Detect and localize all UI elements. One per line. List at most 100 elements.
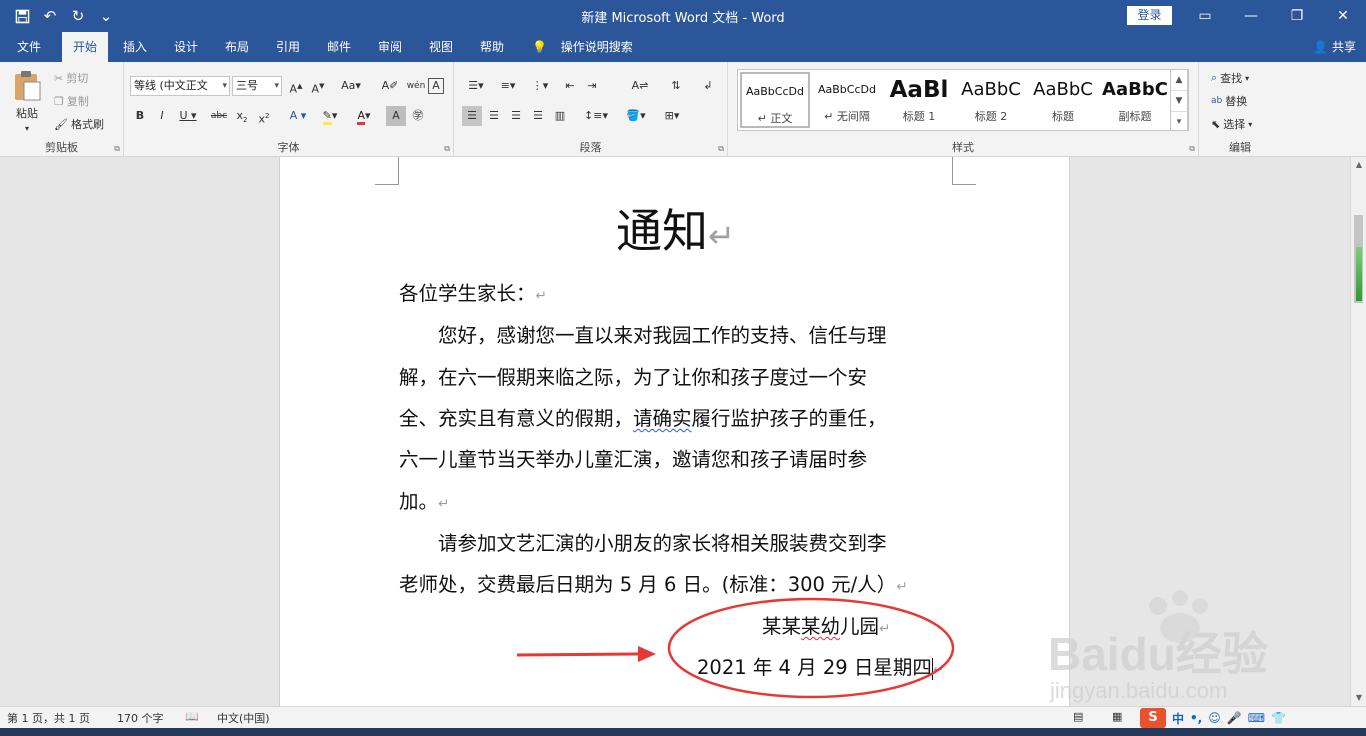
keyboard-icon[interactable]: ⌨ bbox=[1248, 711, 1265, 725]
align-right-button[interactable]: ☰ bbox=[506, 106, 526, 126]
ribbon-display-options-icon[interactable]: ▭ bbox=[1182, 0, 1228, 32]
enclose-characters-icon[interactable]: ㊫ bbox=[408, 106, 428, 126]
bullets-icon[interactable]: ☰▾ bbox=[462, 76, 490, 96]
align-center-button[interactable]: ☰ bbox=[484, 106, 504, 126]
chevron-down-icon[interactable]: ▼ bbox=[1171, 91, 1187, 112]
tab-file[interactable]: 文件 bbox=[6, 32, 52, 62]
character-border-icon[interactable]: A bbox=[428, 78, 444, 94]
line-spacing-icon[interactable]: ↕≡▾ bbox=[582, 106, 610, 126]
save-icon[interactable] bbox=[10, 4, 34, 28]
tell-me-search[interactable]: 💡 操作说明搜索 bbox=[532, 32, 633, 62]
show-marks-icon[interactable]: ↲ bbox=[698, 76, 718, 96]
close-button[interactable]: ✕ bbox=[1320, 0, 1366, 32]
language-indicator[interactable]: 中文(中国) bbox=[217, 710, 270, 726]
word-count[interactable]: 170 个字 bbox=[117, 710, 164, 726]
copy-button[interactable]: ❐ 复制 bbox=[54, 93, 89, 109]
tab-mailings[interactable]: 邮件 bbox=[316, 32, 362, 62]
login-button[interactable]: 登录 bbox=[1127, 6, 1172, 25]
superscript-button[interactable]: x2 bbox=[254, 106, 274, 126]
justify-button[interactable]: ☰ bbox=[528, 106, 548, 126]
dialog-launcher-icon[interactable]: ⧉ bbox=[1189, 144, 1195, 154]
style-title[interactable]: AaBbC 标题 bbox=[1028, 72, 1098, 128]
sogou-logo-icon[interactable]: S bbox=[1140, 708, 1166, 728]
subscript-button[interactable]: x2 bbox=[232, 106, 252, 126]
italic-button[interactable]: I bbox=[152, 106, 172, 126]
sort-icon[interactable]: ⇅ bbox=[666, 76, 686, 96]
font-group: 等线 (中文正文 ▾ 三号 ▾ A▲ A▼ Aa▾ A✐ wén A B I U ▾… bbox=[124, 62, 454, 157]
paragraph-line: 老师处，交费最后日期为 5 月 6 日。(标准：300 元/人）↵ bbox=[399, 573, 908, 596]
bold-button[interactable]: B bbox=[130, 106, 150, 126]
replace-button[interactable]: ab 替换 bbox=[1211, 93, 1247, 109]
shading-icon[interactable]: 🪣▾ bbox=[622, 106, 650, 126]
font-group-label: 字体 bbox=[277, 141, 300, 154]
highlight-icon[interactable]: ✎▾ bbox=[316, 106, 344, 126]
punctuation-icon[interactable]: •, bbox=[1190, 711, 1202, 725]
redo-icon[interactable]: ↻ bbox=[66, 4, 90, 28]
distributed-button[interactable]: ▥ bbox=[550, 106, 570, 126]
dialog-launcher-icon[interactable]: ⧉ bbox=[718, 144, 724, 154]
chinese-layout-icon[interactable]: A⇌ bbox=[626, 76, 654, 96]
text-effects-icon[interactable]: A ▾ bbox=[284, 106, 312, 126]
ime-mode-chinese[interactable]: 中 bbox=[1172, 710, 1184, 727]
strikethrough-button[interactable]: abc bbox=[208, 106, 230, 126]
borders-icon[interactable]: ⊞▾ bbox=[658, 106, 686, 126]
tab-review[interactable]: 审阅 bbox=[367, 32, 413, 62]
shrink-font-icon[interactable]: A▼ bbox=[308, 76, 328, 96]
proofing-icon[interactable]: 📖 bbox=[185, 710, 199, 723]
skin-icon[interactable]: 👕 bbox=[1271, 711, 1286, 725]
scroll-up-icon[interactable]: ▲ bbox=[1351, 157, 1366, 173]
style-subtitle[interactable]: AaBbC 副标题 bbox=[1100, 72, 1170, 128]
font-size-combo[interactable]: 三号 ▾ bbox=[232, 76, 282, 96]
style-heading-2[interactable]: AaBbC 标题 2 bbox=[956, 72, 1026, 128]
grow-font-icon[interactable]: A▲ bbox=[286, 76, 306, 96]
clipboard-group-label: 剪贴板 bbox=[45, 141, 78, 154]
minimize-button[interactable]: — bbox=[1228, 0, 1274, 32]
font-color-icon[interactable]: A▾ bbox=[350, 106, 378, 126]
paste-button[interactable]: 粘贴 ▾ bbox=[12, 70, 42, 133]
cut-button[interactable]: ✂ 剪切 bbox=[54, 70, 88, 86]
restore-button[interactable]: ❐ bbox=[1274, 0, 1320, 32]
clear-formatting-icon[interactable]: A✐ bbox=[380, 76, 400, 96]
chevron-up-icon[interactable]: ▲ bbox=[1171, 70, 1187, 91]
dialog-launcher-icon[interactable]: ⧉ bbox=[444, 144, 450, 154]
font-name-combo[interactable]: 等线 (中文正文 ▾ bbox=[130, 76, 230, 96]
undo-icon[interactable]: ↶ bbox=[38, 4, 62, 28]
find-button[interactable]: ⌕ 查找 ▾ bbox=[1211, 70, 1249, 86]
microphone-icon[interactable]: 🎤 bbox=[1227, 711, 1242, 725]
page-count[interactable]: 第 1 页，共 1 页 bbox=[7, 710, 90, 726]
paragraph-line: 解，在六一假期来临之际，为了让你和孩子度过一个安 bbox=[399, 366, 868, 389]
dialog-launcher-icon[interactable]: ⧉ bbox=[114, 144, 120, 154]
select-button[interactable]: ⬉ 选择 ▾ bbox=[1211, 116, 1252, 132]
format-painter-button[interactable]: 🖌 格式刷 bbox=[54, 116, 104, 132]
change-case-icon[interactable]: Aa▾ bbox=[336, 76, 366, 96]
tab-layout[interactable]: 布局 bbox=[214, 32, 260, 62]
multilevel-list-icon[interactable]: ⋮▾ bbox=[526, 76, 554, 96]
tab-view[interactable]: 视图 bbox=[418, 32, 464, 62]
scroll-down-icon[interactable]: ▼ bbox=[1351, 690, 1366, 706]
read-mode-icon[interactable]: ▤ bbox=[1073, 710, 1083, 723]
tab-design[interactable]: 设计 bbox=[163, 32, 209, 62]
tab-references[interactable]: 引用 bbox=[265, 32, 311, 62]
vertical-scrollbar[interactable]: ▲ ▼ bbox=[1350, 157, 1366, 706]
document-page[interactable]: 通知↵ 各位学生家长：↵ 您好，感谢您一直以来对我园工作的支持、信任与理 解，在… bbox=[279, 157, 1070, 706]
tab-insert[interactable]: 插入 bbox=[112, 32, 158, 62]
editing-group: ⌕ 查找 ▾ ab 替换 ⬉ 选择 ▾ 编辑 bbox=[1199, 62, 1281, 157]
customize-qat-icon[interactable]: ⌄ bbox=[94, 4, 118, 28]
tab-home[interactable]: 开始 bbox=[62, 32, 109, 62]
character-shading-icon[interactable]: A bbox=[386, 106, 406, 126]
print-layout-icon[interactable]: ▦ bbox=[1112, 710, 1122, 723]
style-normal[interactable]: AaBbCcDd ↵ 正文 bbox=[740, 72, 810, 128]
emoji-icon[interactable]: ☺ bbox=[1208, 711, 1221, 725]
styles-gallery-scroll[interactable]: ▲ ▼ ▾ bbox=[1170, 69, 1188, 131]
underline-button[interactable]: U ▾ bbox=[174, 106, 202, 126]
decrease-indent-icon[interactable]: ⇤ bbox=[560, 76, 580, 96]
numbering-icon[interactable]: ≡▾ bbox=[494, 76, 522, 96]
tab-help[interactable]: 帮助 bbox=[469, 32, 515, 62]
phonetic-guide-icon[interactable]: wén bbox=[406, 76, 426, 96]
style-no-spacing[interactable]: AaBbCcDd ↵ 无间隔 bbox=[812, 72, 882, 128]
share-button[interactable]: 👤 共享 bbox=[1313, 32, 1356, 62]
more-icon[interactable]: ▾ bbox=[1171, 112, 1187, 132]
style-heading-1[interactable]: AaBl 标题 1 bbox=[884, 72, 954, 128]
increase-indent-icon[interactable]: ⇥ bbox=[582, 76, 602, 96]
align-left-button[interactable]: ☰ bbox=[462, 106, 482, 126]
